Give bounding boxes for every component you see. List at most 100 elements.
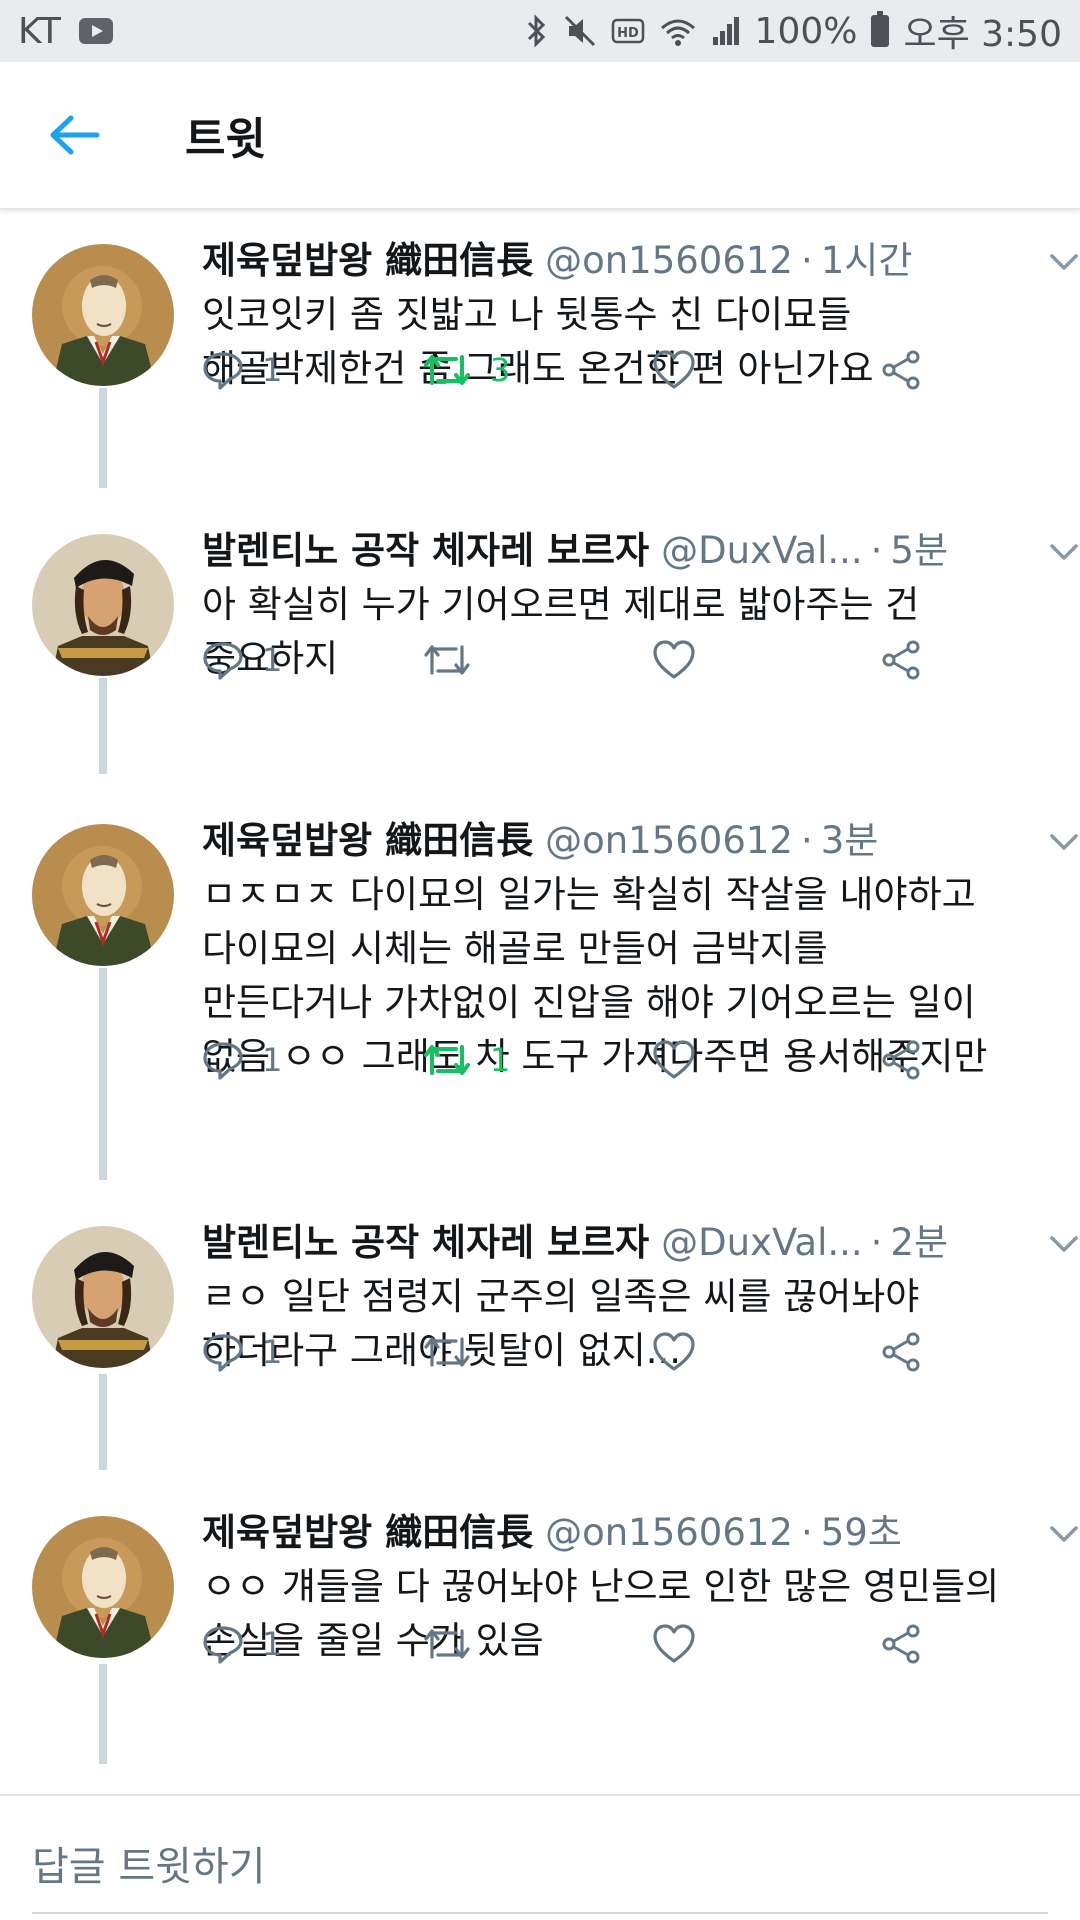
app-header: 트윗 <box>0 62 1080 210</box>
share-button[interactable] <box>880 639 922 681</box>
tweet-text: ㅇㅇ 걔들을 다 끊어놔야 난으로 인한 많은 영민들의 손실을 줄일 수가 있… <box>202 1565 1000 1662</box>
reply-button[interactable]: 1 <box>202 349 282 391</box>
tweet[interactable]: 발렌티노 공작 체자레 보르자 @DuxVal... · 2분 ㄹㅇ 일단 점령… <box>0 1194 1080 1484</box>
tweet-text: ㄹㅇ 일단 점령지 군주의 일족은 씨를 끊어놔야 하더라구 그래야 뒷탈이 없… <box>202 1275 920 1372</box>
youtube-notification-icon <box>78 18 113 44</box>
signal-icon <box>712 17 739 45</box>
retweet-button[interactable]: 1 <box>422 1039 510 1081</box>
like-button[interactable] <box>652 1331 696 1373</box>
tweet[interactable]: 제육덮밥왕 織田信長 @on1560612 · 1시간 잇코잇키 좀 짓밟고 나… <box>0 212 1080 502</box>
reply-button[interactable]: 1 <box>202 1623 282 1665</box>
like-button[interactable] <box>652 1623 696 1665</box>
hd-icon: HD <box>611 18 644 44</box>
reply-count: 1 <box>262 351 283 389</box>
tweet-text: 아 확실히 누가 기어오르면 제대로 밟아주는 건 중요하지 <box>202 583 920 680</box>
share-button[interactable] <box>880 1039 922 1081</box>
share-icon <box>882 350 920 390</box>
reply-icon <box>203 1042 243 1080</box>
like-button[interactable] <box>652 639 696 681</box>
share-button[interactable] <box>880 349 922 391</box>
retweet-icon <box>424 645 470 675</box>
share-icon <box>882 1040 920 1080</box>
separator-dot: · <box>870 529 883 572</box>
nobunaga-portrait <box>32 244 174 386</box>
avatar[interactable] <box>32 534 174 676</box>
cesare-portrait <box>32 1226 174 1368</box>
retweet-button[interactable]: 3 <box>422 349 510 391</box>
tweet-author-name[interactable]: 제육덮밥왕 織田信長 <box>202 814 533 868</box>
reply-input[interactable]: 답글 트윗하기 <box>32 1834 266 1892</box>
chevron-down-icon[interactable] <box>1042 530 1080 574</box>
carrier-label: KT <box>18 10 61 52</box>
share-button[interactable] <box>880 1623 922 1665</box>
tweet-timestamp: 59초 <box>820 1511 902 1554</box>
retweet-icon <box>424 1337 470 1367</box>
avatar[interactable] <box>32 244 174 386</box>
chevron-down-icon[interactable] <box>1042 240 1080 284</box>
avatar[interactable] <box>32 1516 174 1658</box>
heart-icon <box>653 1040 695 1079</box>
tweet[interactable]: 제육덮밥왕 織田信長 @on1560612 · 3분 ㅁㅈㅁㅈ 다이묘의 일가는… <box>0 792 1080 1192</box>
reply-icon <box>203 1334 243 1372</box>
retweet-icon <box>424 1629 470 1659</box>
status-bar: KT HD 100% 오후 3:50 <box>0 0 1080 62</box>
chevron-down-icon[interactable] <box>1042 1222 1080 1266</box>
tweet-timestamp: 3분 <box>820 819 879 862</box>
tweet-text: ㅁㅈㅁㅈ 다이묘의 일가는 확실히 작살을 내야하고 다이묘의 시체는 해골로 … <box>202 873 988 1078</box>
separator-dot: · <box>870 1221 883 1264</box>
wifi-icon <box>660 19 695 46</box>
avatar[interactable] <box>32 824 174 966</box>
tweet-author-name[interactable]: 발렌티노 공작 체자레 보르자 <box>202 1216 649 1270</box>
separator-dot: · <box>800 239 813 282</box>
chevron-down-icon[interactable] <box>1042 820 1080 864</box>
reply-icon <box>203 352 243 390</box>
tweet-author-handle[interactable]: @DuxVal... <box>661 524 863 578</box>
tweet-author-name[interactable]: 발렌티노 공작 체자레 보르자 <box>202 524 649 578</box>
reply-button[interactable]: 1 <box>202 639 282 681</box>
reply-count: 1 <box>262 641 283 679</box>
heart-icon <box>653 640 695 679</box>
reply-button[interactable]: 1 <box>202 1331 282 1373</box>
share-icon <box>882 640 920 680</box>
battery-icon <box>871 11 890 47</box>
chevron-down-icon[interactable] <box>1042 1512 1080 1556</box>
nobunaga-portrait <box>32 824 174 966</box>
mute-icon <box>564 15 595 47</box>
svg-text:HD: HD <box>617 26 639 41</box>
tweet[interactable]: 발렌티노 공작 체자레 보르자 @DuxVal... · 5분 아 확실히 누가… <box>0 502 1080 792</box>
tweet-text: 잇코잇키 좀 짓밟고 나 뒷통수 친 다이묘들 해골박제한건 좀 그래도 온건한… <box>202 293 874 390</box>
tweet[interactable]: 제육덮밥왕 織田信長 @on1560612 · 59초 ㅇㅇ 걔들을 다 끊어놔… <box>0 1484 1080 1784</box>
heart-icon <box>653 350 695 389</box>
share-icon <box>882 1332 920 1372</box>
retweet-icon <box>424 355 470 385</box>
retweet-button[interactable] <box>422 1331 472 1373</box>
separator-dot: · <box>800 1511 813 1554</box>
retweet-button[interactable] <box>422 639 472 681</box>
separator-dot: · <box>800 819 813 862</box>
reply-count: 1 <box>262 1625 283 1663</box>
retweet-icon <box>424 1045 470 1075</box>
tweet-author-handle[interactable]: @on1560612 <box>545 234 793 288</box>
tweet-author-name[interactable]: 제육덮밥왕 織田信長 <box>202 234 533 288</box>
cesare-portrait <box>32 534 174 676</box>
clock: 오후 3:50 <box>903 14 1062 55</box>
reply-input-underline <box>32 1912 1048 1914</box>
back-button[interactable] <box>35 95 115 175</box>
share-button[interactable] <box>880 1331 922 1373</box>
retweet-count: 1 <box>490 1041 511 1079</box>
tweet-author-handle[interactable]: @on1560612 <box>545 814 793 868</box>
reply-composer: 답글 트윗하기 <box>0 1794 1080 1920</box>
tweet-author-handle[interactable]: @DuxVal... <box>661 1216 863 1270</box>
reply-count: 1 <box>262 1333 283 1371</box>
tweet-author-name[interactable]: 제육덮밥왕 織田信長 <box>202 1506 533 1560</box>
tweet-author-handle[interactable]: @on1560612 <box>545 1506 793 1560</box>
like-button[interactable] <box>652 349 696 391</box>
retweet-button[interactable] <box>422 1623 472 1665</box>
retweet-count: 3 <box>490 351 511 389</box>
reply-button[interactable]: 1 <box>202 1039 282 1081</box>
tweet-timestamp: 1시간 <box>820 239 913 282</box>
share-icon <box>882 1624 920 1664</box>
battery-percent: 100% <box>754 10 858 52</box>
avatar[interactable] <box>32 1226 174 1368</box>
like-button[interactable] <box>652 1039 696 1081</box>
